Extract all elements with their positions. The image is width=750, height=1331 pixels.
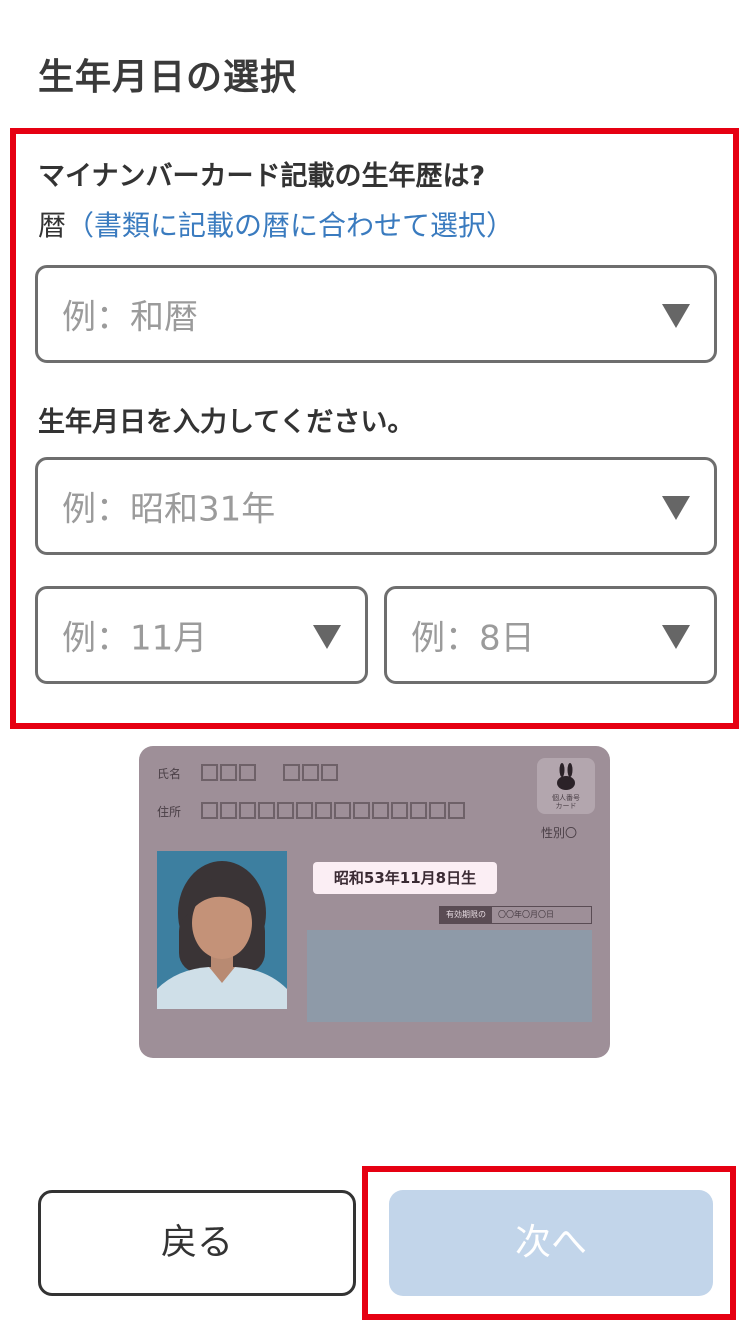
chevron-down-icon (662, 496, 690, 520)
card-dob-badge: 昭和53年11月8日生 (313, 862, 497, 894)
card-validity: 有効期限の 〇〇年〇月〇日 (439, 906, 592, 924)
next-button[interactable]: 次へ (389, 1190, 713, 1296)
era-select[interactable]: 例：和暦 (35, 265, 717, 363)
era-select-placeholder: 例：和暦 (62, 297, 198, 338)
card-photo (157, 851, 287, 1009)
card-emblem: 個人番号 カード (537, 758, 595, 814)
chevron-down-icon (662, 304, 690, 328)
my-number-card-illustration: 氏名 住所 個人番号 カード 性別〇 昭和53年11月8日生 有効期限の 〇〇年… (139, 746, 610, 1058)
card-emblem-text: 個人番号 カード (552, 794, 580, 810)
card-address-label: 住所 (157, 805, 182, 819)
day-select[interactable]: 例：8日 (384, 586, 717, 684)
card-name-boxes (201, 764, 256, 781)
era-question-label: マイナンバーカード記載の生年歴は? (38, 161, 486, 192)
era-help: 暦（書類に記載の暦に合わせて選択） (38, 204, 514, 244)
card-info-panel (307, 930, 592, 1022)
page-title: 生年月日の選択 (38, 57, 298, 98)
chevron-down-icon (313, 625, 341, 649)
era-help-link[interactable]: （書類に記載の暦に合わせて選択） (66, 209, 514, 242)
card-name-label: 氏名 (157, 767, 182, 781)
person-icon (157, 861, 287, 1009)
year-select[interactable]: 例：昭和31年 (35, 457, 717, 555)
year-select-placeholder: 例：昭和31年 (62, 489, 276, 530)
card-validity-tag: 有効期限の (440, 907, 492, 923)
day-select-placeholder: 例：8日 (411, 618, 535, 659)
chevron-down-icon (662, 625, 690, 649)
month-select-placeholder: 例：11月 (62, 618, 208, 659)
card-sex-label: 性別〇 (541, 826, 578, 840)
dob-question-label: 生年月日を入力してください。 (38, 407, 415, 438)
card-name-boxes-2 (283, 764, 338, 781)
era-help-prefix: 暦 (38, 209, 67, 242)
back-button[interactable]: 戻る (38, 1190, 356, 1296)
card-validity-value: 〇〇年〇月〇日 (498, 910, 554, 919)
month-select[interactable]: 例：11月 (35, 586, 368, 684)
card-address-boxes (201, 802, 465, 819)
rabbit-icon (557, 763, 575, 790)
